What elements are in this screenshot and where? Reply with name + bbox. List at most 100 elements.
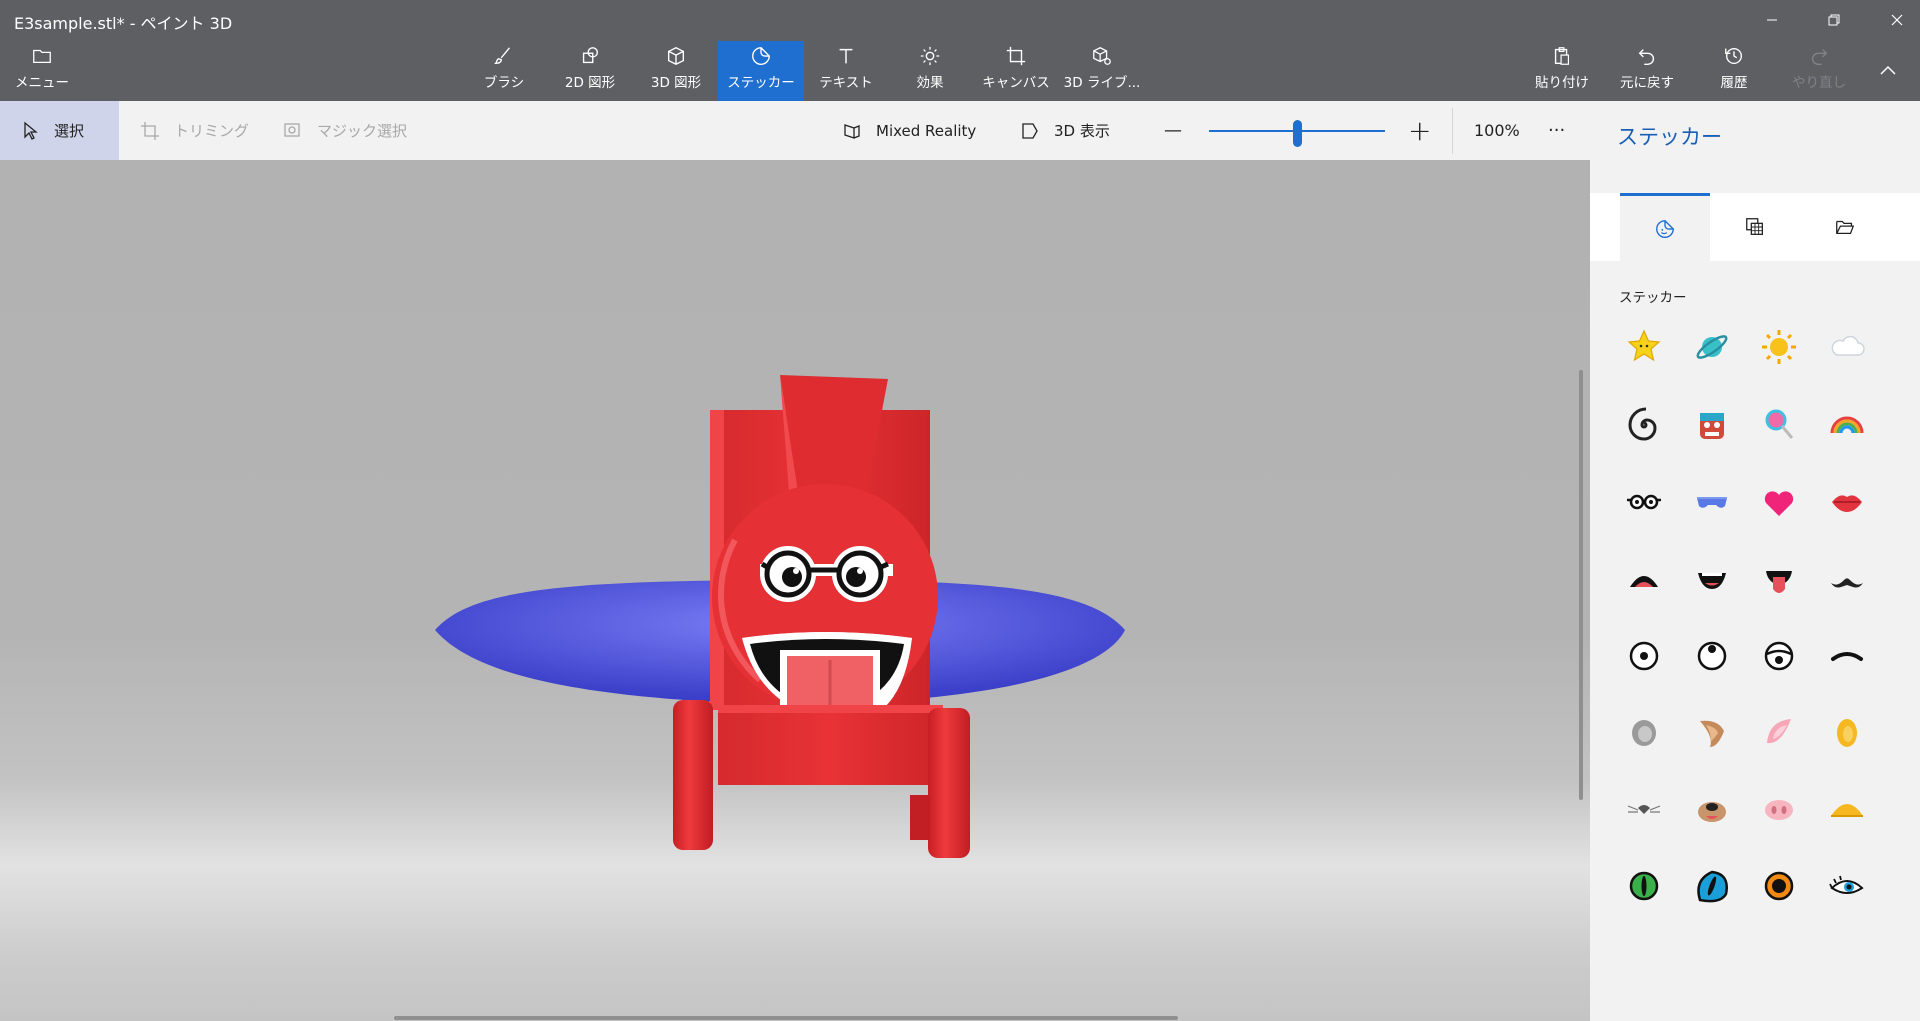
paste-icon <box>1554 47 1570 65</box>
close-button[interactable] <box>1874 0 1920 40</box>
lollipop-icon <box>1765 409 1794 439</box>
undo-icon <box>1638 49 1655 65</box>
mustache-icon <box>1831 578 1863 588</box>
dog-ear-sticker[interactable] <box>1690 711 1734 755</box>
pink-ear-sticker[interactable] <box>1757 711 1801 755</box>
eye-sleepy-sticker[interactable] <box>1757 634 1801 678</box>
glasses-icon <box>1627 494 1661 510</box>
tool-label: 効果 <box>916 75 944 91</box>
magic-select-button[interactable]: マジック選択 <box>283 101 407 160</box>
heart-sticker[interactable] <box>1757 480 1801 524</box>
tab-stickers[interactable] <box>1620 193 1710 261</box>
lips-sticker[interactable] <box>1825 480 1869 524</box>
minimize-button[interactable] <box>1749 0 1795 40</box>
planet-sticker[interactable] <box>1690 325 1734 369</box>
panel-title: ステッカー <box>1617 125 1722 149</box>
eye-up-icon <box>1697 641 1727 671</box>
cloud-sticker[interactable] <box>1825 325 1869 369</box>
glasses-sticker[interactable] <box>1622 480 1666 524</box>
mixed-reality-button[interactable]: Mixed Reality <box>842 101 976 160</box>
tool-label: 3D 図形 <box>650 75 702 91</box>
zoom-slider-thumb[interactable] <box>1293 120 1302 147</box>
tongue-mouth-sticker[interactable] <box>1757 557 1801 601</box>
dog-nose-icon <box>1698 802 1726 822</box>
tool-effects[interactable]: 効果 <box>912 41 948 101</box>
green-cat-eye-sticker[interactable] <box>1622 864 1666 908</box>
tool-3d-shapes[interactable]: 3D 図形 <box>646 41 706 101</box>
zoom-in-button[interactable]: + <box>1408 101 1431 160</box>
frown-mouth-sticker[interactable] <box>1622 557 1666 601</box>
redo-button[interactable]: やり直し <box>1792 41 1846 101</box>
close-icon <box>1891 14 1903 26</box>
magic-select-label: マジック選択 <box>317 122 408 140</box>
star-sticker[interactable] <box>1622 325 1666 369</box>
canvas-3d[interactable] <box>0 160 1590 1021</box>
brush-icon <box>494 47 511 65</box>
menu-label: メニュー <box>15 75 69 91</box>
open-folder-icon <box>1836 220 1855 235</box>
tool-brush[interactable]: ブラシ <box>484 41 524 101</box>
lash-eye-sticker[interactable] <box>1825 864 1869 908</box>
tool-label: キャンバス <box>982 75 1050 91</box>
pig-nose-sticker[interactable] <box>1757 788 1801 832</box>
tab-custom-sticker[interactable] <box>1800 193 1890 261</box>
collapse-ribbon-button[interactable] <box>1868 41 1908 101</box>
tool-canvas[interactable]: キャンバス <box>982 41 1050 101</box>
orange-eye-sticker[interactable] <box>1757 864 1801 908</box>
spiral-icon <box>1628 407 1657 441</box>
sunglasses-sticker[interactable] <box>1690 480 1734 524</box>
smile-mouth-sticker[interactable] <box>1690 557 1734 601</box>
green-cat-eye-icon <box>1629 871 1659 901</box>
undo-button[interactable]: 元に戻す <box>1620 41 1674 101</box>
tool-2d-shapes[interactable]: 2D 図形 <box>560 41 620 101</box>
history-button[interactable]: 履歴 <box>1718 41 1750 101</box>
beak-icon <box>1831 804 1863 817</box>
mustache-sticker[interactable] <box>1825 557 1869 601</box>
horizontal-scrollbar[interactable] <box>394 1016 1178 1020</box>
crop-button[interactable]: トリミング <box>140 101 249 160</box>
magic-select-icon <box>284 122 300 137</box>
vertical-scrollbar[interactable] <box>1579 370 1583 800</box>
tongue-mouth-icon <box>1766 571 1792 593</box>
lollipop-sticker[interactable] <box>1757 403 1801 447</box>
sun-sticker[interactable] <box>1757 325 1801 369</box>
tab-textures[interactable] <box>1710 193 1800 261</box>
select-button[interactable]: 選択 <box>0 101 119 160</box>
frown-mouth-icon <box>1630 576 1658 587</box>
tool-3d-library[interactable]: 3D ライブ... <box>1064 41 1140 101</box>
view-3d-button[interactable]: 3D 表示 <box>1020 101 1110 160</box>
more-options-label: ··· <box>1548 120 1566 141</box>
eyebrow-sticker[interactable] <box>1825 634 1869 678</box>
yellow-ear-sticker[interactable] <box>1825 711 1869 755</box>
monster-sticker[interactable] <box>1690 403 1734 447</box>
pig-nose-icon <box>1765 800 1793 820</box>
cube-icon <box>667 46 685 66</box>
spiral-sticker[interactable] <box>1622 403 1666 447</box>
star-icon <box>1627 329 1661 362</box>
zoom-out-button[interactable]: — <box>1164 101 1182 160</box>
mixed-reality-icon <box>844 123 860 139</box>
restore-button[interactable] <box>1811 0 1857 40</box>
paste-button[interactable]: 貼り付け <box>1535 41 1589 101</box>
mouse-nose-icon <box>1627 805 1661 814</box>
beak-sticker[interactable] <box>1825 788 1869 832</box>
tool-stickers[interactable]: ステッカー <box>718 41 804 101</box>
pink-ear-icon <box>1767 719 1791 744</box>
blue-cat-eye-sticker[interactable] <box>1690 864 1734 908</box>
orange-eye-icon <box>1764 871 1794 901</box>
gray-ear-sticker[interactable] <box>1622 711 1666 755</box>
rainbow-sticker[interactable] <box>1825 403 1869 447</box>
tool-text[interactable]: テキスト <box>816 41 876 101</box>
history-icon <box>1725 47 1743 65</box>
chevron-up-icon <box>1880 65 1896 75</box>
crop-label: トリミング <box>174 122 250 140</box>
train-3d-model[interactable] <box>0 160 1590 1021</box>
zoom-level[interactable]: 100% <box>1474 101 1520 160</box>
dog-nose-sticker[interactable] <box>1690 788 1734 832</box>
eye-up-sticker[interactable] <box>1690 634 1734 678</box>
menu-button[interactable]: メニュー <box>14 41 70 101</box>
eye-center-sticker[interactable] <box>1622 634 1666 678</box>
mouse-nose-sticker[interactable] <box>1622 788 1666 832</box>
more-options-button[interactable]: ··· <box>1548 101 1565 160</box>
eye-center-icon <box>1629 641 1659 671</box>
